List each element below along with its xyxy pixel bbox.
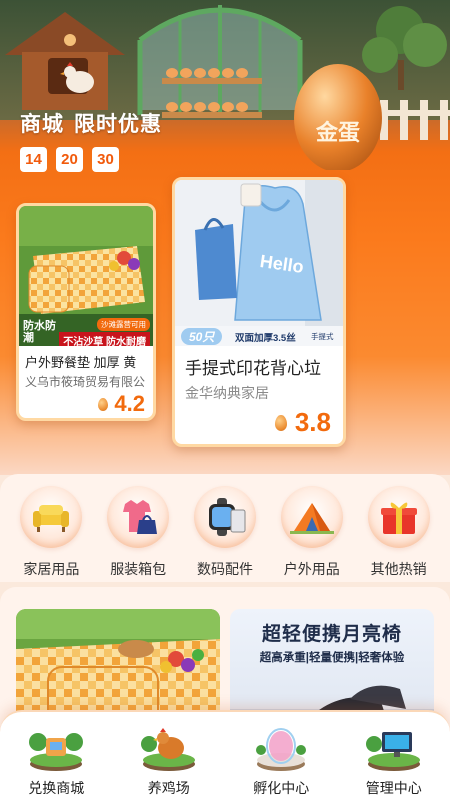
category-strip: 家居用品 服装箱包 数码配件 户外用品 其他热销 [0,474,450,582]
smartwatch-icon [193,486,256,548]
product-badge-waterproof: 防水防潮 [23,320,56,344]
category-label: 服装箱包 [110,561,167,577]
category-other[interactable]: 其他热销 [360,486,438,582]
nav-label: 养鸡场 [147,780,190,796]
product-card-picnic-mat[interactable]: 防水防潮 沙滩露营可用 不沾沙草 防水耐磨 户外野餐垫 加厚 黄 义乌市筱琦贸易… [16,203,156,421]
product-price: 4.2 [19,390,153,417]
category-label: 其他热销 [370,561,427,577]
computer-desk-icon [362,720,426,772]
incubator-icon [249,720,313,772]
category-label: 数码配件 [196,561,253,577]
countdown-minutes: 20 [56,147,83,172]
golden-egg-sign: 金蛋 [315,120,360,145]
tag-count-badge: 50只 [181,328,223,345]
egg-currency-icon [274,414,287,431]
promo-subtitle: 限时优惠 [74,113,162,136]
product-badge-features: 不沾沙草 防水耐磨 [59,332,150,346]
tag-handheld-text: 手提式 [311,332,334,341]
sofa-icon [20,486,83,548]
category-label: 户外用品 [283,561,340,577]
nav-label: 兑换商城 [28,780,85,796]
product-image-picnic-mat: 防水防潮 沙滩露营可用 不沾沙草 防水耐磨 [19,206,153,346]
category-home[interactable]: 家居用品 [12,486,90,582]
tent-icon [280,486,343,548]
countdown-seconds: 30 [92,147,119,172]
nav-label: 孵化中心 [253,780,310,796]
clothes-bag-icon [107,486,170,548]
product-price-value: 3.8 [294,407,331,437]
farm-scene-illustration: 金蛋 [0,0,450,170]
product-price: 3.8 [175,403,343,438]
nav-label: 管理中心 [365,780,422,796]
category-label: 家居用品 [23,561,80,577]
product-title: 户外野餐垫 加厚 黄 [25,355,137,370]
countdown-hours: 14 [20,147,47,172]
category-digital[interactable]: 数码配件 [186,486,264,582]
product-shop-name: 金华纳典家居 [185,385,269,401]
product-shop-name: 义乌市筱琦贸易有限公 [25,375,146,389]
product-card-shopping-bag[interactable]: Hello 50只 双面加厚3.5丝 手提式 手提式印花背心垃 金华纳典家居 3… [172,177,346,447]
hero-banner: 金蛋 商城 限时优惠 14 20 30 防水防潮 沙滩露营可用 不沾沙草 防水耐… [0,0,450,475]
product-badge-camping: 沙滩露营可用 [97,318,150,331]
countdown-timer: 14 20 30 [20,147,119,172]
nav-item-shop[interactable]: 兑换商城 [11,720,101,800]
shop-island-icon [24,720,88,772]
nav-item-incubator[interactable]: 孵化中心 [236,720,326,800]
category-outdoor[interactable]: 户外用品 [273,486,351,582]
nav-item-chicken-farm[interactable]: 养鸡场 [124,720,214,800]
bottom-nav: 兑换商城 养鸡场 孵化中心 管理中心 [0,710,450,800]
product-title: 手提式印花背心垃 [185,359,321,378]
egg-currency-icon [98,397,109,411]
gift-box-icon [367,486,430,548]
promo-title: 超轻便携月亮椅 [261,624,402,645]
chicken-farm-icon [137,720,201,772]
product-image-shopping-bag: Hello 50只 双面加厚3.5丝 手提式 [175,180,343,346]
category-clothing[interactable]: 服装箱包 [99,486,177,582]
product-price-value: 4.2 [114,391,145,416]
nav-item-management[interactable]: 管理中心 [349,720,439,800]
promo-subtitle: 超高承重|轻量便携|轻奢体验 [259,652,405,664]
tag-thickness-text: 双面加厚3.5丝 [235,333,296,344]
page-title: 商城 [20,113,64,136]
